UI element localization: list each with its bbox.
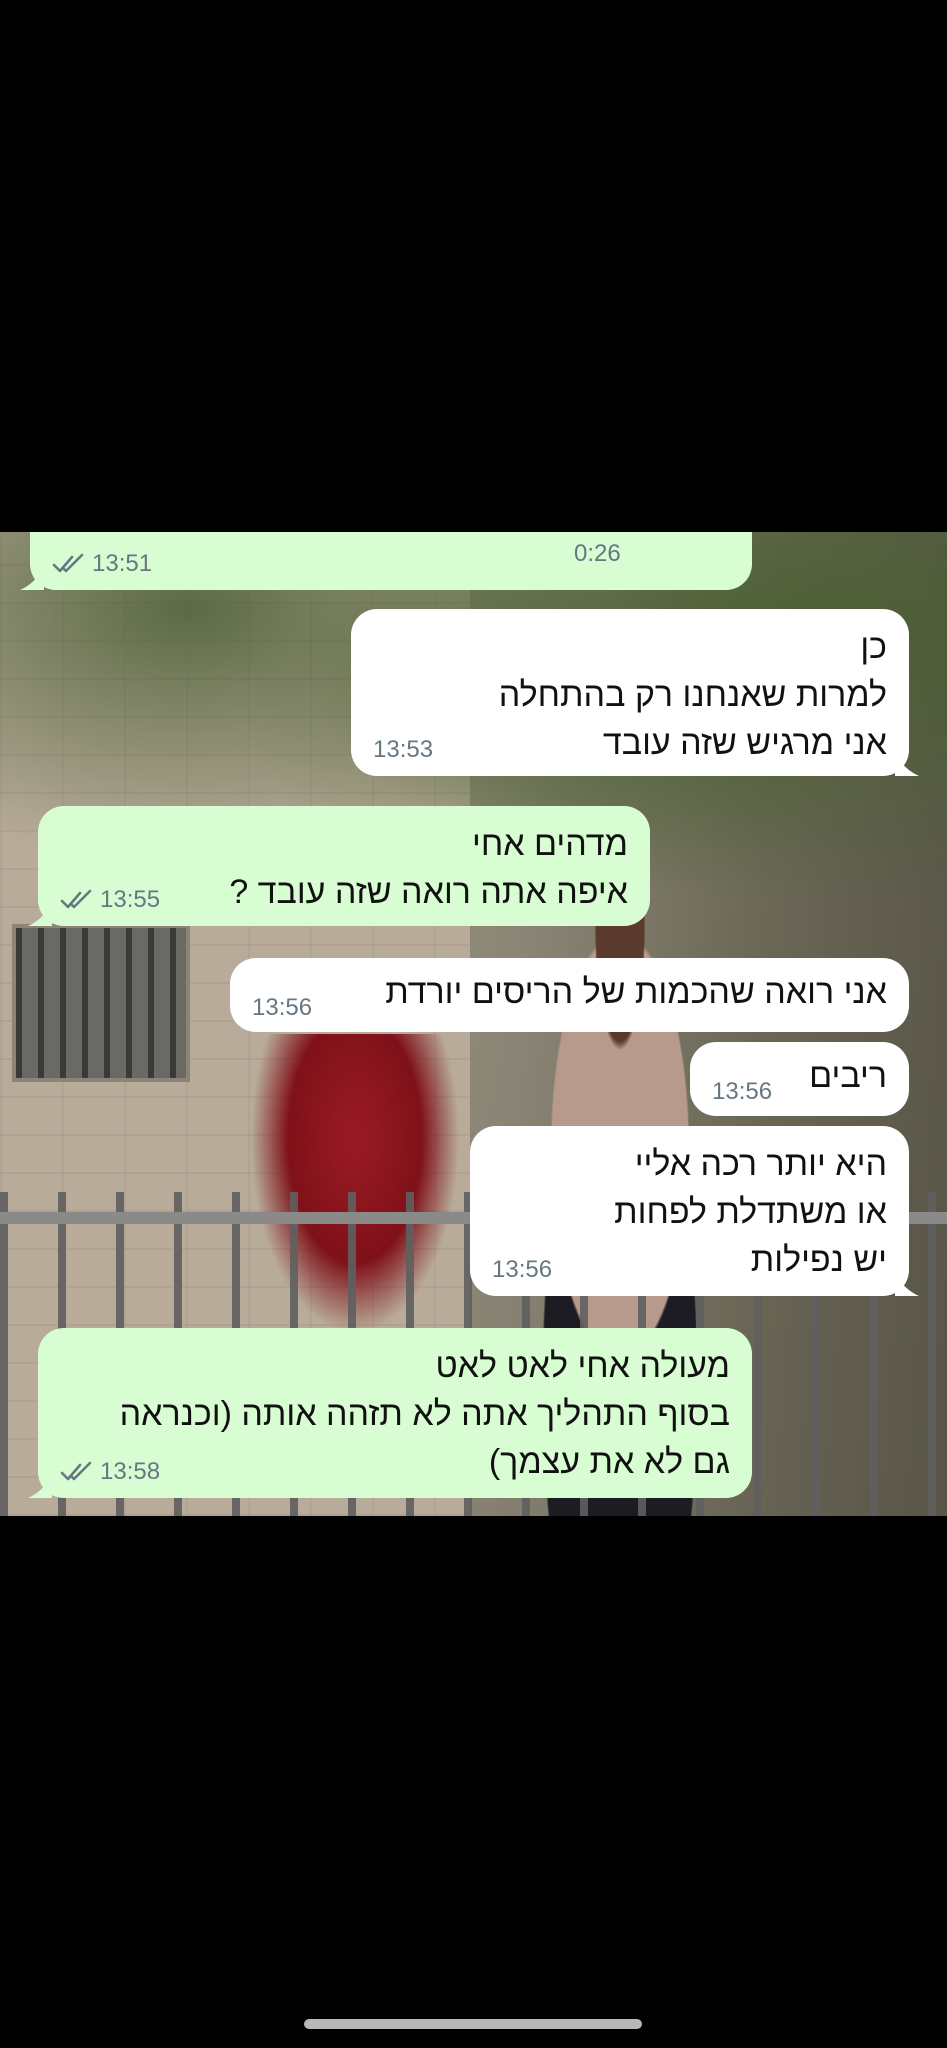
message-meta: 13:53	[373, 736, 433, 764]
message-meta: 13:56	[712, 1078, 772, 1106]
background-window	[12, 924, 190, 1082]
home-indicator[interactable]	[304, 2019, 642, 2029]
screenshot-screen: 0:26 13:51 כן למרות שאנחנו רק בהתחלה אני…	[0, 0, 947, 2048]
voice-duration: 0:26	[574, 540, 621, 567]
message-time: 13:55	[100, 886, 161, 913]
message-text: אני רואה שהכמות של הריסים יורדת	[385, 973, 887, 1011]
message-time: 13:56	[252, 994, 313, 1021]
message-text: מעולה אחי לאט לאט בסוף התהליך אתה לא תזה…	[119, 1347, 730, 1481]
message-incoming[interactable]: ריבים 13:56	[690, 1042, 909, 1116]
message-incoming[interactable]: היא יותר רכה אליי או משתדלת לפחות יש נפי…	[470, 1126, 919, 1296]
message-incoming[interactable]: כן למרות שאנחנו רק בהתחלה אני מרגיש שזה …	[351, 609, 919, 776]
bubble-tail	[895, 754, 919, 776]
message-time: 13:56	[712, 1078, 773, 1105]
message-meta: 13:51	[52, 550, 152, 578]
message-incoming[interactable]: אני רואה שהכמות של הריסים יורדת 13:56	[230, 958, 909, 1032]
message-meta: 13:56	[252, 994, 312, 1022]
message-time: 13:53	[373, 736, 434, 763]
message-meta: 13:55	[60, 886, 160, 914]
message-text: כן למרות שאנחנו רק בהתחלה אני מרגיש שזה …	[498, 628, 887, 762]
bubble-tail	[20, 568, 44, 590]
double-check-icon	[60, 1461, 92, 1481]
double-check-icon	[52, 553, 84, 573]
message-meta: 13:56	[492, 1256, 552, 1284]
message-meta: 13:58	[60, 1458, 160, 1486]
message-voice-outgoing[interactable]: 0:26 13:51	[20, 532, 752, 590]
message-time: 13:58	[100, 1458, 161, 1485]
bubble-tail	[895, 1274, 919, 1296]
message-time: 13:51	[92, 550, 153, 577]
message-time: 13:56	[492, 1256, 553, 1283]
message-outgoing[interactable]: מדהים אחי איפה אתה רואה שזה עובד ? 13:55	[28, 806, 650, 926]
chat-area[interactable]: 0:26 13:51 כן למרות שאנחנו רק בהתחלה אני…	[0, 532, 947, 1516]
bubble-tail	[28, 904, 52, 926]
bubble-tail	[28, 1476, 52, 1498]
message-outgoing[interactable]: מעולה אחי לאט לאט בסוף התהליך אתה לא תזה…	[28, 1328, 752, 1498]
double-check-icon	[60, 889, 92, 909]
